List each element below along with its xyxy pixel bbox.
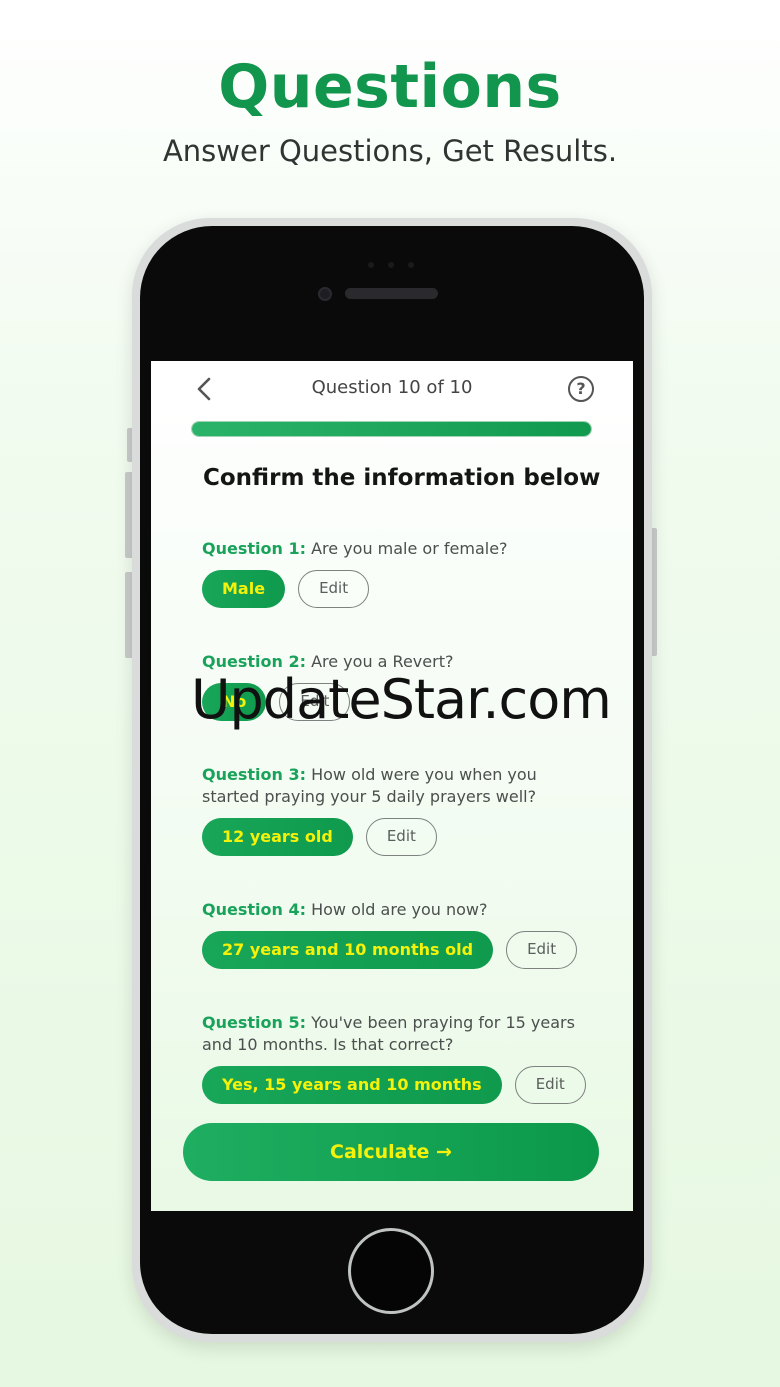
sensor-dot — [388, 262, 394, 268]
edit-button[interactable]: Edit — [514, 1066, 586, 1104]
progress-fill — [192, 422, 591, 436]
app-screen: Question 10 of 10 ? Confirm the informat… — [151, 361, 633, 1211]
edit-button[interactable]: Edit — [365, 818, 437, 856]
question-item: Question 4: How old are you now? 27 year… — [202, 899, 582, 969]
promo-subtitle: Answer Questions, Get Results. — [162, 134, 618, 168]
earpiece-speaker — [345, 288, 438, 299]
question-label: Question 5: — [202, 1013, 306, 1032]
sensor-dot — [368, 262, 374, 268]
question-label: Question 4: — [202, 900, 306, 919]
progress-bar — [191, 421, 592, 437]
question-text: Question 3: How old were you when you st… — [202, 764, 582, 808]
question-item: Question 3: How old were you when you st… — [202, 764, 582, 856]
edit-button[interactable]: Edit — [298, 570, 370, 608]
answer-chip: 27 years and 10 months old — [202, 931, 494, 969]
question-text: Question 1: Are you male or female? — [202, 538, 582, 560]
question-item: Question 5: You've been praying for 15 y… — [202, 1012, 586, 1104]
question-label: Question 3: — [202, 765, 306, 784]
question-item: Question 1: Are you male or female? Male… — [202, 538, 582, 608]
answer-chip: Yes, 15 years and 10 months — [202, 1066, 502, 1104]
front-camera — [318, 287, 332, 301]
question-counter: Question 10 of 10 — [311, 377, 473, 398]
question-prompt: How old are you now? — [311, 900, 488, 919]
question-label: Question 1: — [202, 539, 306, 558]
question-circle-icon[interactable]: ? — [568, 376, 594, 402]
question-text: Question 5: You've been praying for 15 y… — [202, 1012, 582, 1056]
question-prompt: Are you male or female? — [311, 539, 508, 558]
edit-button[interactable]: Edit — [506, 931, 578, 969]
answer-chip: Male — [202, 570, 286, 608]
sensor-dot — [408, 262, 414, 268]
promo-headline: Questions — [218, 52, 562, 122]
watermark-text: UpdateStar.com — [191, 668, 612, 731]
calculate-button[interactable]: Calculate → — [183, 1123, 599, 1181]
question-text: Question 4: How old are you now? — [202, 899, 582, 921]
home-button — [348, 1228, 434, 1314]
answer-chip: 12 years old — [202, 818, 353, 856]
section-title: Confirm the information below — [203, 465, 601, 491]
